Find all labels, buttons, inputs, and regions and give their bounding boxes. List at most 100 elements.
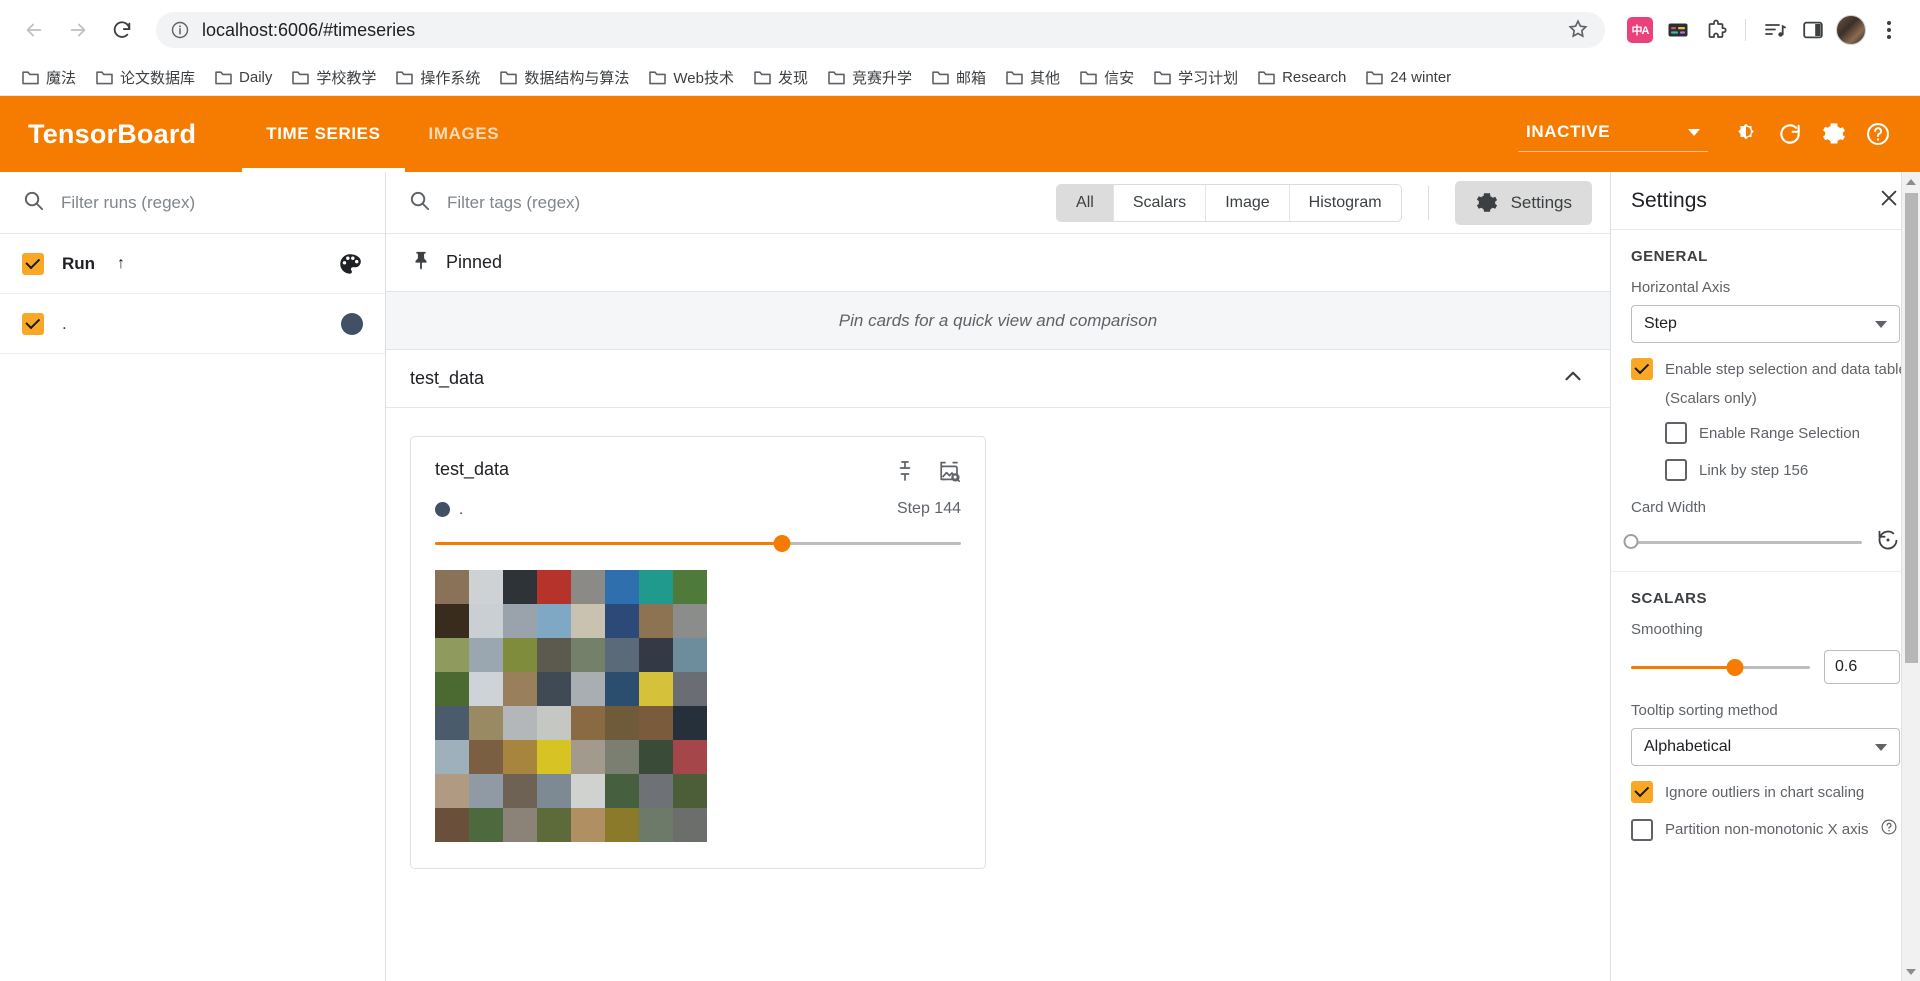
folder-icon [1154,70,1171,85]
runs-filter-input[interactable]: Filter runs (regex) [61,193,195,213]
runs-header-row[interactable]: Run ↑ [0,234,385,294]
smoothing-thumb[interactable] [1726,658,1744,676]
reload-button[interactable] [102,10,142,50]
chevron-up-icon[interactable] [1560,363,1586,394]
card-width-track[interactable] [1623,534,1862,549]
runs-filter-row[interactable]: Filter runs (regex) [0,172,385,234]
group-title: test_data [410,368,485,388]
card-note-icon[interactable] [1661,13,1695,47]
sort-arrow-icon[interactable]: ↑ [117,255,125,273]
run-list-item[interactable]: . [0,294,385,354]
tab-time-series[interactable]: TIME SERIES [242,96,405,172]
settings-scrollbar[interactable] [1901,172,1920,981]
horizontal-axis-select[interactable]: Step [1631,305,1900,343]
pinned-group-header[interactable]: Pinned [386,234,1610,292]
chip-image[interactable]: Image [1206,184,1290,221]
ignore-outliers-row[interactable]: Ignore outliers in chart scaling [1631,781,1900,803]
reload-status-dropdown[interactable]: INACTIVE [1518,116,1708,152]
close-icon[interactable] [1878,187,1900,214]
image-tile [537,638,571,672]
tensorboard-tabs: TIME SERIES IMAGES [242,96,523,172]
bookmark-item[interactable]: 竞赛升学 [818,63,922,92]
tensorboard-logo[interactable]: TensorBoard [28,119,196,150]
pin-icon[interactable] [893,459,917,488]
link-by-step-checkbox[interactable] [1665,459,1687,481]
range-selection-row[interactable]: Enable Range Selection [1631,422,1900,444]
settings-button[interactable]: Settings [1454,180,1592,225]
color-palette-icon[interactable] [337,251,363,277]
image-search-icon[interactable] [937,459,961,488]
back-button[interactable] [14,10,54,50]
tags-filter-row[interactable]: Filter tags (regex) [408,189,1040,217]
music-list-icon[interactable] [1758,13,1792,47]
site-info-icon[interactable] [170,20,190,40]
partition-checkbox[interactable] [1631,818,1653,841]
run-checkbox[interactable] [22,312,44,335]
bookmark-item[interactable]: 学校教学 [282,63,386,92]
range-selection-checkbox[interactable] [1665,422,1687,444]
smoothing-track[interactable] [1631,658,1810,676]
step-slider[interactable] [435,534,961,552]
bookmark-label: 操作系统 [420,70,481,87]
chip-all[interactable]: All [1057,184,1114,221]
select-all-runs-checkbox[interactable] [22,252,44,275]
image-preview-grid[interactable] [435,570,707,842]
side-panel-icon[interactable] [1796,13,1830,47]
partition-row[interactable]: Partition non-monotonic X axis [1631,818,1900,841]
card-width-slider-row[interactable] [1623,528,1900,557]
bookmark-item[interactable]: 信安 [1070,63,1144,92]
bookmark-item[interactable]: Research [1248,65,1356,90]
tab-images[interactable]: IMAGES [405,96,524,172]
tags-filter-input[interactable]: Filter tags (regex) [447,193,580,213]
avatar[interactable] [1834,13,1868,47]
smoothing-value-input[interactable]: 0.6 [1824,650,1900,684]
help-circle-icon[interactable] [1880,818,1898,841]
step-selection-checkbox[interactable] [1631,358,1653,380]
scroll-down-arrow[interactable] [1906,962,1916,981]
chip-scalars[interactable]: Scalars [1113,184,1207,221]
bookmark-item[interactable]: 魔法 [12,63,86,92]
bookmark-label: 发现 [778,70,809,87]
address-bar[interactable]: localhost:6006/#timeseries [156,12,1605,48]
bookmark-item[interactable]: 其他 [996,63,1070,92]
help-icon[interactable] [1856,112,1900,156]
bookmark-item[interactable]: 论文数据库 [86,63,205,92]
refresh-icon[interactable] [1768,112,1812,156]
brightness-icon[interactable] [1724,112,1768,156]
url-text[interactable]: localhost:6006/#timeseries [202,20,1555,41]
tooltip-sort-select[interactable]: Alphabetical [1631,728,1900,766]
image-tile [673,638,707,672]
image-tile [605,638,639,672]
translate-icon[interactable]: 中A [1623,13,1657,47]
chrome-menu-icon[interactable] [1872,13,1906,47]
chip-histogram[interactable]: Histogram [1289,184,1401,221]
bookmark-star-icon[interactable] [1567,18,1591,42]
bookmark-item[interactable]: 邮箱 [922,63,996,92]
step-selection-row[interactable]: Enable step selection and data table [1631,358,1907,380]
bookmark-item[interactable]: Daily [205,65,282,90]
link-by-step-row[interactable]: Link by step 156 [1631,459,1900,481]
group-header-test-data[interactable]: test_data [386,350,1610,408]
settings-gear-icon[interactable] [1812,112,1856,156]
bookmark-item[interactable]: 24 winter [1356,65,1461,90]
card-width-thumb[interactable] [1623,534,1639,549]
image-card[interactable]: test_data . Step 144 [410,436,986,869]
bookmark-item[interactable]: Web技术 [639,63,744,92]
extensions-icon[interactable] [1699,13,1733,47]
bookmark-item[interactable]: 操作系统 [386,63,490,92]
forward-button[interactable] [58,10,98,50]
run-color-swatch[interactable] [341,312,363,335]
chevron-down-icon [1875,743,1887,751]
bookmark-label: 信安 [1104,70,1135,87]
scrollbar-thumb[interactable] [1904,193,1918,663]
bookmark-item[interactable]: 数据结构与算法 [490,63,639,92]
smoothing-slider-row[interactable]: 0.6 [1631,650,1900,684]
bookmark-item[interactable]: 学习计划 [1144,63,1248,92]
step-selection-label: Enable step selection and data table [1665,360,1907,378]
ignore-outliers-checkbox[interactable] [1631,781,1653,803]
bookmark-item[interactable]: 发现 [744,63,818,92]
step-slider-thumb[interactable] [773,534,791,552]
scroll-up-arrow[interactable] [1906,172,1916,191]
step-slider-fill [435,541,783,545]
reset-card-width-icon[interactable] [1876,528,1900,557]
